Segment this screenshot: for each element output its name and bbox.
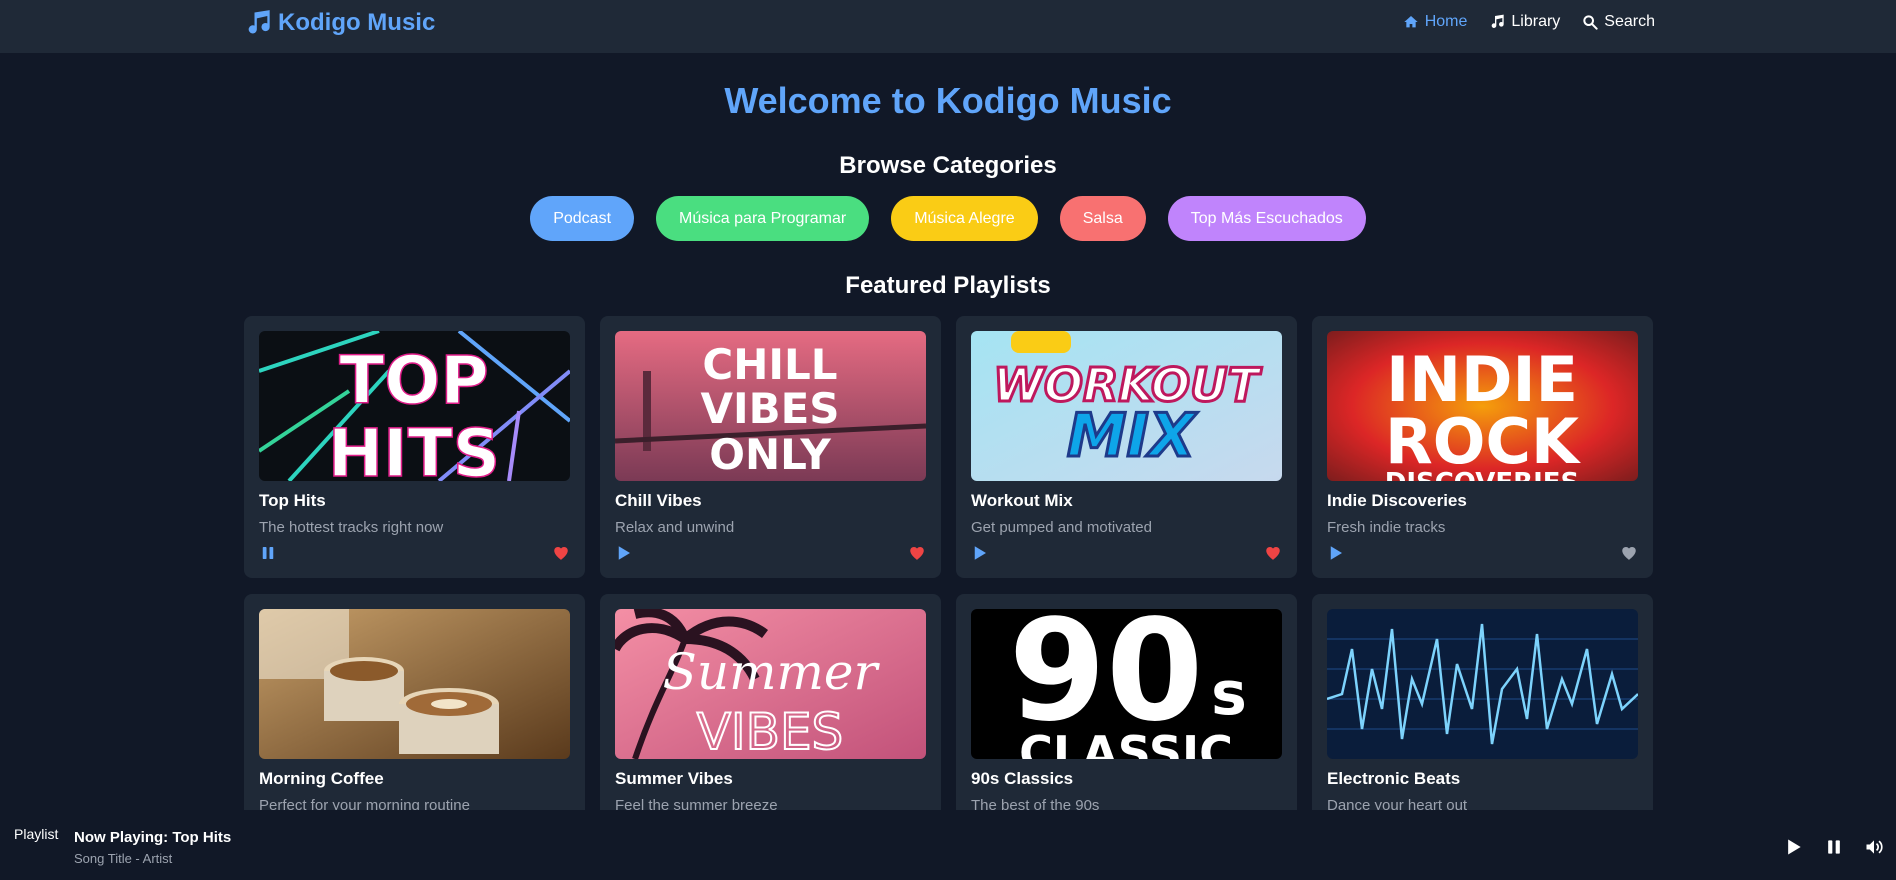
playlist-cover: INDIE ROCK DISCOVERIES bbox=[1327, 331, 1638, 481]
like-button[interactable] bbox=[552, 544, 570, 562]
pause-button[interactable] bbox=[1824, 837, 1844, 857]
cover-text: TOP bbox=[339, 342, 489, 419]
welcome-heading: Welcome to Kodigo Music bbox=[724, 80, 1172, 121]
nav-search-label: Search bbox=[1604, 13, 1655, 30]
pause-icon bbox=[262, 547, 274, 559]
playlist-title: Top Hits bbox=[259, 491, 326, 510]
playlist-cover: WORKOUT MIX bbox=[971, 331, 1282, 481]
playlist-title: Indie Discoveries bbox=[1327, 491, 1467, 510]
playlist-card[interactable]: TOP HITS Top Hits The hottest tracks rig… bbox=[244, 316, 585, 578]
playlist-cover: Summer VIBES bbox=[615, 609, 926, 759]
playlist-title: Morning Coffee bbox=[259, 769, 384, 788]
playlist-cover: CHILL VIBES ONLY bbox=[615, 331, 926, 481]
play-button[interactable] bbox=[615, 544, 633, 562]
like-button[interactable] bbox=[908, 544, 926, 562]
category-top-mas-escuchados[interactable]: Top Más Escuchados bbox=[1167, 196, 1366, 241]
player-controls bbox=[1784, 837, 1884, 857]
playlist-card[interactable]: WORKOUT MIX Workout Mix Get pumped and m… bbox=[956, 316, 1297, 578]
like-button[interactable] bbox=[1264, 544, 1282, 562]
heart-icon bbox=[1266, 546, 1280, 560]
cover-text: HITS bbox=[328, 415, 500, 481]
category-musica-para-programar[interactable]: Música para Programar bbox=[656, 196, 870, 241]
volume-icon bbox=[1866, 840, 1883, 854]
brand-logo[interactable]: Kodigo Music bbox=[244, 8, 435, 38]
svg-text:VIBES: VIBES bbox=[700, 384, 839, 433]
like-button[interactable] bbox=[1620, 544, 1638, 562]
now-playing-song: Song Title - Artist bbox=[74, 851, 173, 866]
nav-home-label: Home bbox=[1424, 13, 1468, 30]
music-note-icon bbox=[248, 10, 270, 34]
playlist-description: Get pumped and motivated bbox=[971, 519, 1152, 536]
category-salsa[interactable]: Salsa bbox=[1059, 196, 1146, 241]
play-button[interactable] bbox=[1784, 837, 1804, 857]
play-icon bbox=[1330, 546, 1342, 560]
play-icon bbox=[974, 546, 986, 560]
now-playing-title: Now Playing: Top Hits bbox=[74, 829, 232, 846]
category-musica-alegre[interactable]: Música Alegre bbox=[891, 196, 1038, 241]
playlist-cover bbox=[259, 609, 570, 759]
playlist-title: 90s Classics bbox=[971, 769, 1074, 788]
home-icon bbox=[1404, 16, 1418, 28]
now-playing-bar: Playlist Now Playing: Top Hits Song Titl… bbox=[0, 810, 1896, 880]
svg-text:s: s bbox=[1211, 659, 1247, 729]
nav-library[interactable]: Library bbox=[1489, 13, 1560, 31]
playlist-card[interactable]: CHILL VIBES ONLY Chill Vibes Relax and u… bbox=[600, 316, 941, 578]
playlist-cover: TOP HITS bbox=[259, 331, 570, 481]
nav-home[interactable]: Home bbox=[1403, 13, 1468, 31]
category-podcast[interactable]: Podcast bbox=[530, 196, 635, 241]
categories-heading: Browse Categories bbox=[839, 152, 1057, 179]
nav-search[interactable]: Search bbox=[1582, 13, 1655, 31]
category-list: Podcast Música para Programar Música Ale… bbox=[0, 196, 1896, 241]
main-nav: Home Library Search bbox=[1403, 13, 1655, 31]
playlist-grid: TOP HITS Top Hits The hottest tracks rig… bbox=[244, 316, 1654, 856]
featured-heading: Featured Playlists bbox=[845, 272, 1051, 299]
svg-text:MIX: MIX bbox=[1067, 401, 1198, 471]
music-note-icon bbox=[1492, 14, 1505, 28]
heart-icon bbox=[554, 546, 568, 560]
playlist-cover: 90 s CLASSIC bbox=[971, 609, 1282, 759]
play-icon bbox=[1788, 839, 1801, 855]
svg-text:DISCOVERIES: DISCOVERIES bbox=[1385, 468, 1580, 481]
svg-text:VIBES: VIBES bbox=[697, 703, 844, 759]
svg-text:ONLY: ONLY bbox=[709, 430, 831, 479]
playlist-title: Electronic Beats bbox=[1327, 769, 1461, 788]
search-icon bbox=[1583, 15, 1598, 30]
svg-text:CHILL: CHILL bbox=[702, 340, 837, 389]
play-icon bbox=[618, 546, 630, 560]
volume-button[interactable] bbox=[1864, 837, 1884, 857]
playlist-card[interactable]: INDIE ROCK DISCOVERIES Indie Discoveries… bbox=[1312, 316, 1653, 578]
playlist-cover bbox=[1327, 609, 1638, 759]
play-button[interactable] bbox=[1327, 544, 1345, 562]
heart-icon bbox=[910, 546, 924, 560]
brand-name: Kodigo Music bbox=[278, 9, 436, 36]
pause-button[interactable] bbox=[259, 544, 277, 562]
play-button[interactable] bbox=[971, 544, 989, 562]
svg-text:Summer: Summer bbox=[663, 643, 881, 701]
pause-icon bbox=[1828, 840, 1840, 854]
playlist-title: Workout Mix bbox=[971, 491, 1073, 510]
svg-text:CLASSIC: CLASSIC bbox=[1019, 726, 1233, 759]
nav-library-label: Library bbox=[1511, 13, 1561, 30]
playlist-title: Chill Vibes bbox=[615, 491, 702, 510]
playlist-description: Relax and unwind bbox=[615, 519, 735, 536]
playlist-description: The hottest tracks right now bbox=[259, 519, 444, 536]
now-playing-thumbnail: Playlist bbox=[14, 826, 59, 842]
playlist-description: Fresh indie tracks bbox=[1327, 519, 1446, 536]
top-navbar: Kodigo Music Home Library Search bbox=[0, 0, 1896, 53]
heart-icon bbox=[1622, 546, 1636, 560]
playlist-title: Summer Vibes bbox=[615, 769, 733, 788]
